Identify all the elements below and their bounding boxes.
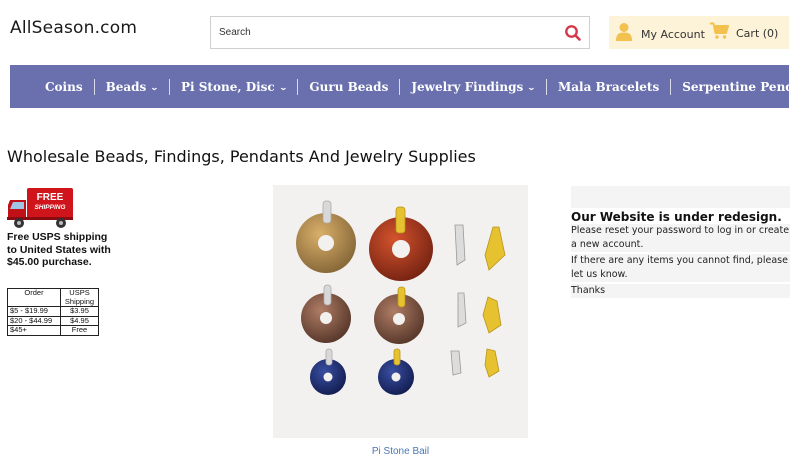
nav-item-label: Coins <box>45 79 83 94</box>
badge-line-2: SHIPPING <box>34 204 65 211</box>
column-header: USPS Shipping <box>60 288 99 307</box>
nav-item-label: Serpentine Pendants <box>682 79 800 94</box>
table-cell: $5 - $19.99 <box>7 306 61 317</box>
site-logo[interactable]: AllSeason.com <box>10 18 137 38</box>
chevron-down-icon: ⌄ <box>527 81 536 92</box>
badge-line-1: FREE <box>37 192 64 203</box>
notice-line: Thanks <box>571 284 790 298</box>
table-row: $45+ Free <box>7 325 99 336</box>
table-cell: $3.95 <box>60 306 99 317</box>
shipping-promo-text: Free USPS shipping to United States with… <box>7 231 111 268</box>
nav-item-label: Pi Stone, Disc <box>181 79 275 94</box>
notice-line: Please reset your password to log in or … <box>571 224 790 252</box>
nav-item-label: Beads <box>105 79 147 94</box>
shipping-rates-table: Order USPS Shipping $5 - $19.99 $3.95 $2… <box>7 288 99 336</box>
table-cell: Free <box>60 325 99 336</box>
product-caption-link[interactable]: Pi Stone Bail <box>273 446 528 457</box>
nav-item-mala-bracelets[interactable]: Mala Bracelets <box>547 78 672 95</box>
nav-item-label: Guru Beads <box>309 79 389 94</box>
notice-spacer <box>571 186 790 208</box>
page-title: Wholesale Beads, Findings, Pendants And … <box>7 147 476 166</box>
nav-item-serpentine-pendants[interactable]: Serpentine Pendants <box>671 79 800 95</box>
search-input[interactable] <box>211 17 551 48</box>
cart-label: Cart (0) <box>736 26 779 40</box>
chevron-down-icon: ⌄ <box>150 81 160 92</box>
nav-item-jewelry-findings[interactable]: Jewelry Findings ⌄ <box>400 78 547 95</box>
nav-item-pi-stone-disc[interactable]: Pi Stone, Disc ⌄ <box>170 78 299 95</box>
account-bar: My Account Cart (0) <box>609 16 789 49</box>
search-icon[interactable] <box>563 23 583 43</box>
nav-item-label: Mala Bracelets <box>557 79 660 94</box>
truck-icon: FREE SHIPPING <box>7 188 73 228</box>
chevron-down-icon: ⌄ <box>278 81 288 92</box>
notice-title: Our Website is under redesign. <box>571 208 790 224</box>
cart-link[interactable]: Cart (0) <box>710 22 778 44</box>
my-account-link[interactable]: My Account <box>616 22 705 46</box>
table-header-row: Order USPS Shipping <box>7 288 99 307</box>
table-cell: $45+ <box>7 325 61 336</box>
user-icon <box>616 22 632 46</box>
table-row: $5 - $19.99 $3.95 <box>7 306 99 317</box>
notice-line: If there are any items you cannot find, … <box>571 254 790 282</box>
nav-item-label: Jewelry Findings <box>411 79 524 94</box>
main-navigation: Coins Beads ⌄ Pi Stone, Disc ⌄ Guru Bead… <box>10 65 800 108</box>
cart-icon <box>710 22 729 44</box>
nav-item-coins[interactable]: Coins <box>34 78 95 95</box>
product-image[interactable] <box>273 185 528 438</box>
site-notice: Our Website is under redesign. Please re… <box>571 186 790 298</box>
column-header: Order <box>7 288 61 307</box>
free-shipping-badge: FREE SHIPPING <box>7 186 75 234</box>
search-bar <box>210 16 590 49</box>
my-account-label: My Account <box>641 27 705 41</box>
nav-item-beads[interactable]: Beads ⌄ <box>95 78 170 95</box>
nav-item-guru-beads[interactable]: Guru Beads <box>298 78 401 95</box>
